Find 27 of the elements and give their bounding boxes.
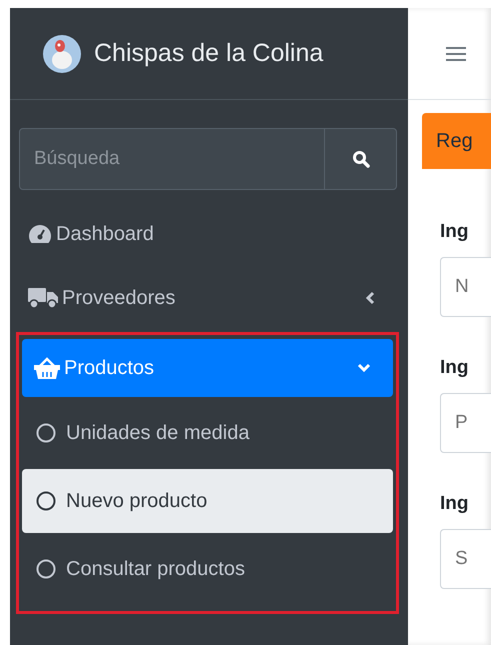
search-icon [352, 150, 370, 168]
circle-icon [36, 491, 56, 511]
nav-item[interactable]: Productos [22, 339, 393, 397]
search-input[interactable]: Búsqueda [20, 129, 324, 189]
field-label: Ing [440, 493, 470, 515]
nav-item[interactable]: Proveedores [16, 266, 399, 330]
brand-name: Chispas de la Colina [94, 39, 324, 68]
card-title: Reg [436, 130, 473, 152]
input-field[interactable]: N [440, 257, 491, 317]
circle-icon [36, 423, 56, 443]
submenu-item[interactable]: Unidades de medida [22, 401, 393, 465]
truck-icon [28, 287, 58, 309]
logo-icon [42, 34, 82, 74]
submenu-item[interactable]: Consultar productos [22, 537, 393, 601]
menu-icon[interactable] [446, 46, 466, 62]
chevron-icon [357, 361, 371, 375]
submenu-item[interactable]: Nuevo producto [22, 469, 393, 533]
basket-icon [34, 357, 60, 379]
input-field[interactable]: P [440, 393, 491, 453]
chevron-icon [363, 291, 377, 305]
search-field[interactable]: Búsqueda [19, 128, 397, 190]
circle-icon [36, 559, 56, 579]
nav-item[interactable]: Dashboard [16, 202, 399, 266]
gauge-icon [28, 224, 52, 244]
field-label: Ing [440, 221, 470, 243]
input-field[interactable]: S [440, 529, 491, 589]
field-label: Ing [440, 357, 470, 379]
